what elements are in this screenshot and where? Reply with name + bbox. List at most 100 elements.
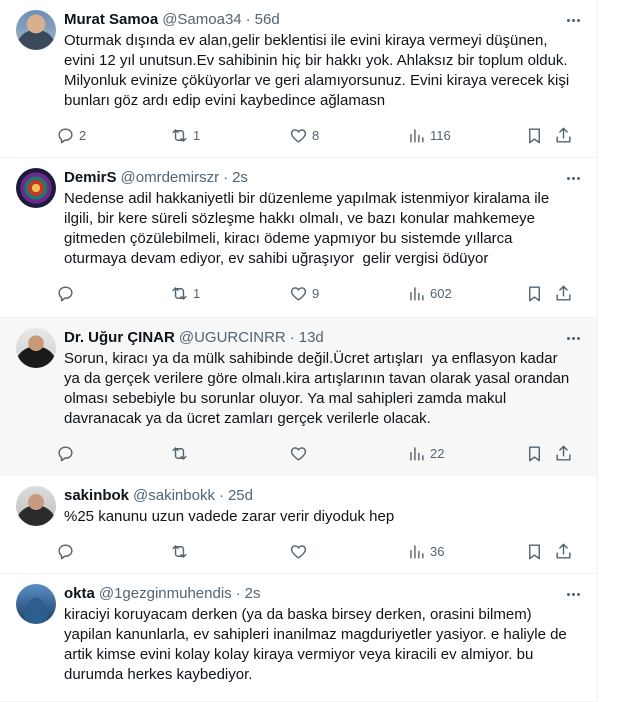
more-icon[interactable]	[563, 10, 583, 30]
separator-dot: ·	[223, 169, 229, 186]
author-name[interactable]: sakinbok	[64, 486, 129, 506]
timestamp[interactable]: 13d	[299, 328, 324, 348]
share-button[interactable]	[554, 542, 573, 561]
reply-icon	[58, 128, 73, 144]
author-handle[interactable]: @Samoa34	[162, 10, 241, 30]
retweet-count: 1	[193, 286, 201, 301]
share-button[interactable]	[554, 284, 573, 303]
timestamp[interactable]: 25d	[228, 486, 253, 506]
bookmark-icon	[529, 544, 540, 560]
bookmark-icon	[529, 128, 540, 144]
bookmark-button[interactable]	[525, 542, 544, 561]
author-handle[interactable]: @UGURCINRR	[179, 328, 286, 348]
bookmark-button[interactable]	[525, 284, 544, 303]
avatar[interactable]	[16, 584, 56, 624]
author-name[interactable]: okta	[64, 584, 95, 604]
timestamp[interactable]: 56d	[255, 10, 280, 30]
avatar[interactable]	[16, 10, 56, 50]
bookmark-icon	[529, 446, 540, 462]
views-button[interactable]: 602	[407, 284, 452, 303]
reply-icon	[58, 544, 73, 560]
separator-dot: ·	[218, 487, 224, 504]
views-icon	[410, 545, 424, 559]
action-bar: 22	[58, 439, 581, 469]
tweet[interactable]: sakinbok @sakinbokk · 25d %25 kanunu uzu…	[0, 476, 597, 574]
tweet[interactable]: Murat Samoa @Samoa34 · 56d Oturmak dışın…	[0, 0, 597, 158]
reply-count: 2	[79, 128, 87, 143]
share-icon	[556, 127, 571, 143]
more-icon[interactable]	[563, 328, 583, 348]
views-icon	[410, 447, 424, 461]
share-button[interactable]	[554, 126, 573, 145]
reply-icon	[58, 286, 73, 302]
like-button[interactable]	[289, 542, 308, 561]
retweet-button[interactable]	[170, 444, 189, 463]
tweet-content: Dr. Uğur ÇINAR @UGURCINRR · 13d Sorun, k…	[58, 328, 583, 475]
like-button[interactable]: 8	[289, 126, 319, 145]
avatar[interactable]	[16, 328, 56, 368]
tweet-header: okta @1gezginmuhendis · 2s	[64, 584, 581, 604]
tweet[interactable]: DemirS @omrdemirszr · 2s Nedense adil ha…	[0, 158, 597, 318]
avatar[interactable]	[16, 168, 56, 208]
reply-icon	[58, 446, 73, 462]
more-icon[interactable]	[563, 168, 583, 188]
views-count: 22	[430, 446, 445, 461]
separator-dot: ·	[235, 585, 241, 602]
author-handle[interactable]: @sakinbokk	[133, 486, 215, 506]
tweet-content: Murat Samoa @Samoa34 · 56d Oturmak dışın…	[58, 10, 583, 157]
separator-dot: ·	[289, 329, 295, 346]
action-bar: 2 1 8 116	[58, 121, 581, 151]
author-name[interactable]: DemirS	[64, 168, 117, 188]
tweet-content: okta @1gezginmuhendis · 2s kiraciyi koru…	[64, 584, 581, 701]
views-count: 116	[430, 128, 451, 143]
author-handle[interactable]: @1gezginmuhendis	[99, 584, 232, 604]
reply-feed: Murat Samoa @Samoa34 · 56d Oturmak dışın…	[0, 0, 598, 702]
tweet[interactable]: Dr. Uğur ÇINAR @UGURCINRR · 13d Sorun, k…	[0, 318, 597, 476]
tweet-header: sakinbok @sakinbokk · 25d	[64, 486, 581, 506]
action-bar: 1 9 602	[58, 279, 581, 309]
retweet-icon	[172, 545, 187, 558]
tweet-header: DemirS @omrdemirszr · 2s	[64, 168, 581, 188]
reply-button[interactable]	[56, 444, 75, 463]
bookmark-button[interactable]	[525, 444, 544, 463]
views-button[interactable]: 36	[407, 542, 444, 561]
tweet[interactable]: okta @1gezginmuhendis · 2s kiraciyi koru…	[0, 574, 597, 702]
views-count: 36	[430, 544, 445, 559]
timestamp[interactable]: 2s	[245, 584, 261, 604]
like-button[interactable]	[289, 444, 308, 463]
heart-icon	[290, 129, 307, 143]
retweet-button[interactable]: 1	[170, 126, 200, 145]
retweet-icon	[172, 129, 187, 142]
tweet-text: %25 kanunu uzun vadede zarar verir diyod…	[64, 508, 395, 525]
heart-icon	[290, 545, 307, 559]
views-icon	[410, 287, 424, 301]
retweet-icon	[172, 447, 187, 460]
separator-dot: ·	[245, 11, 251, 28]
retweet-count: 1	[193, 128, 201, 143]
tweet-content: DemirS @omrdemirszr · 2s Nedense adil ha…	[58, 168, 583, 317]
views-button[interactable]: 22	[407, 444, 444, 463]
heart-icon	[290, 447, 307, 461]
tweet-header: Dr. Uğur ÇINAR @UGURCINRR · 13d	[64, 328, 581, 348]
tweet-content: sakinbok @sakinbokk · 25d %25 kanunu uzu…	[58, 486, 581, 573]
tweet-text: Sorun, kiracı ya da mülk sahibinde değil…	[64, 350, 570, 427]
reply-button[interactable]	[56, 542, 75, 561]
retweet-button[interactable]: 1	[170, 284, 200, 303]
avatar[interactable]	[16, 486, 56, 526]
views-button[interactable]: 116	[407, 126, 451, 145]
reply-button[interactable]: 2	[56, 126, 86, 145]
share-icon	[556, 445, 571, 461]
author-name[interactable]: Murat Samoa	[64, 10, 158, 30]
like-count: 8	[312, 128, 320, 143]
reply-button[interactable]	[56, 284, 79, 303]
author-name[interactable]: Dr. Uğur ÇINAR	[64, 328, 175, 348]
author-handle[interactable]: @omrdemirszr	[121, 168, 220, 188]
timestamp[interactable]: 2s	[232, 168, 248, 188]
more-icon[interactable]	[563, 584, 583, 604]
share-button[interactable]	[554, 444, 573, 463]
bookmark-button[interactable]	[525, 126, 544, 145]
retweet-button[interactable]	[170, 542, 189, 561]
tweet-text: Oturmak dışında ev alan,gelir beklentisi…	[64, 32, 570, 109]
like-button[interactable]: 9	[289, 284, 319, 303]
tweet-header: Murat Samoa @Samoa34 · 56d	[64, 10, 581, 30]
